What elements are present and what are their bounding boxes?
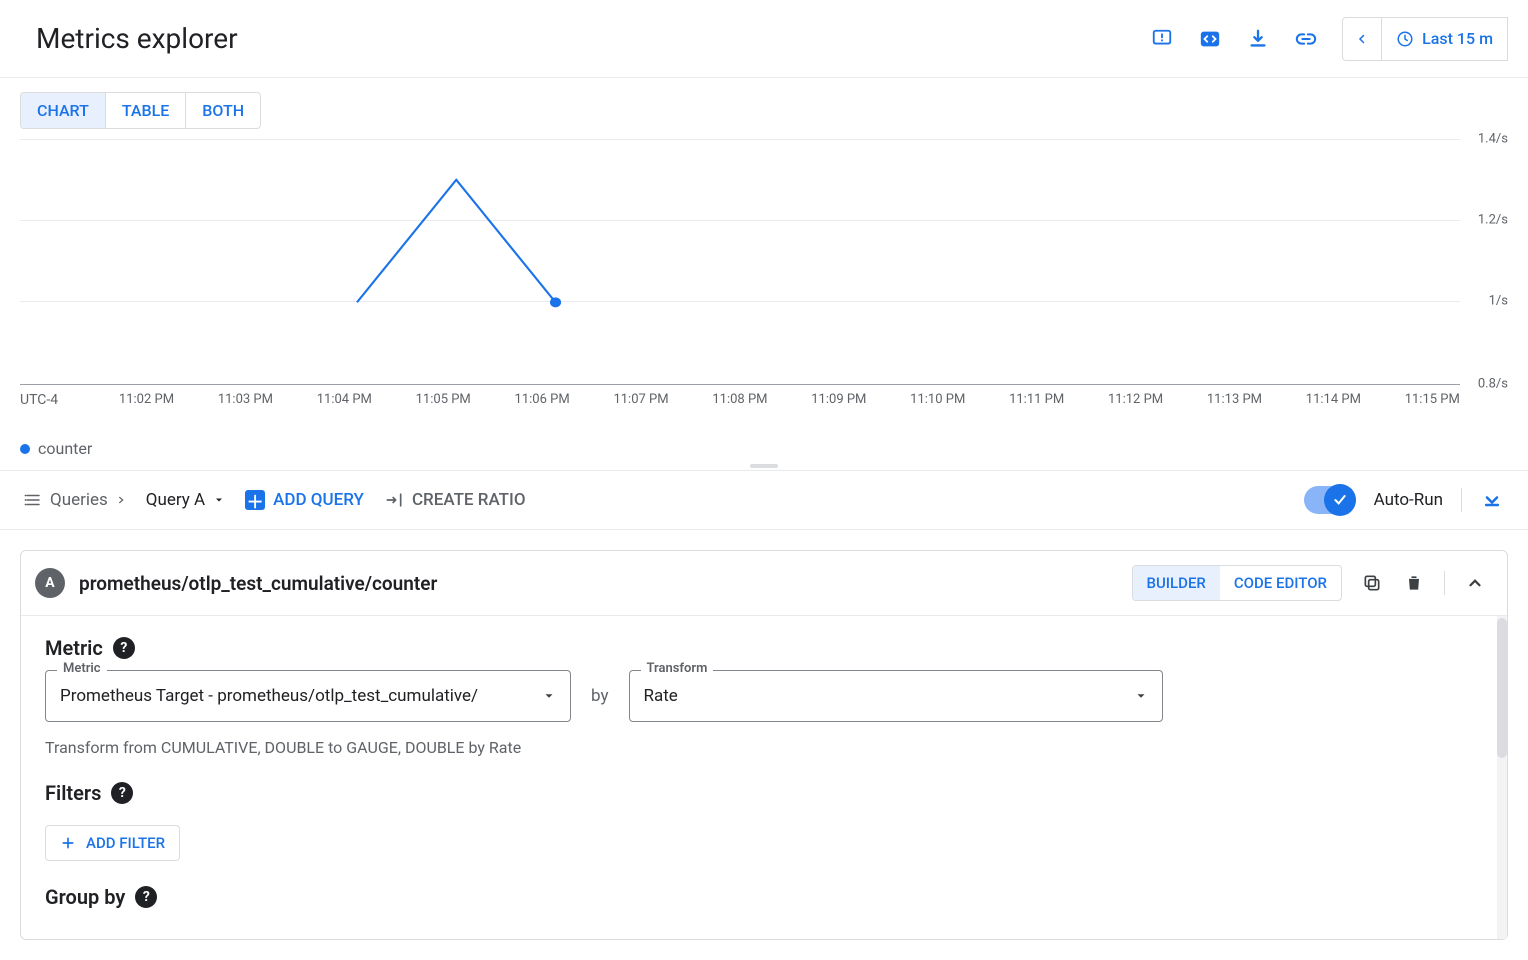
- x-tick: 11:06 PM: [515, 392, 570, 407]
- code-icon[interactable]: [1198, 27, 1222, 51]
- help-icon[interactable]: ?: [113, 637, 135, 659]
- link-icon[interactable]: [1294, 27, 1318, 51]
- transform-select[interactable]: Rate: [629, 670, 1163, 722]
- x-tick: 11:03 PM: [218, 392, 273, 407]
- transform-field-label: Transform: [641, 661, 714, 676]
- x-tick: 11:05 PM: [416, 392, 471, 407]
- scrollbar-thumb[interactable]: [1497, 618, 1507, 758]
- check-icon: [1324, 484, 1356, 516]
- x-tick: 11:11 PM: [1009, 392, 1064, 407]
- help-icon[interactable]: ?: [135, 886, 157, 908]
- y-tick: 1.2/s: [1478, 212, 1508, 227]
- timezone-label: UTC-4: [20, 392, 58, 408]
- copy-icon[interactable]: [1360, 571, 1384, 595]
- tab-chart[interactable]: CHART: [21, 93, 106, 128]
- page-title: Metrics explorer: [36, 22, 238, 55]
- legend-label: counter: [38, 439, 92, 458]
- time-prev-button[interactable]: [1342, 17, 1382, 61]
- x-tick: 11:13 PM: [1207, 392, 1262, 407]
- resize-handle[interactable]: [0, 458, 1528, 470]
- auto-run-label: Auto-Run: [1374, 490, 1443, 510]
- chevron-up-icon[interactable]: [1463, 571, 1487, 595]
- tab-both[interactable]: BOTH: [186, 93, 260, 128]
- time-range-label: Last 15 m: [1422, 29, 1493, 48]
- list-icon: [24, 491, 42, 509]
- groupby-section-title: Group by: [45, 885, 125, 909]
- metric-section-title: Metric: [45, 636, 103, 660]
- add-filter-button[interactable]: ADD FILTER: [45, 825, 180, 861]
- auto-run-toggle[interactable]: [1304, 486, 1356, 514]
- query-badge: A: [35, 568, 65, 598]
- feedback-icon[interactable]: [1150, 27, 1174, 51]
- metric-value: Prometheus Target - prometheus/otlp_test…: [60, 686, 478, 706]
- transform-value: Rate: [644, 686, 678, 706]
- x-tick: 11:10 PM: [910, 392, 965, 407]
- queries-label: Queries: [50, 490, 108, 510]
- clock-icon: [1396, 30, 1414, 48]
- x-tick: 11:14 PM: [1306, 392, 1361, 407]
- caret-down-icon: [1134, 689, 1148, 703]
- delete-icon[interactable]: [1402, 571, 1426, 595]
- caret-down-icon: [542, 689, 556, 703]
- x-tick: 11:09 PM: [811, 392, 866, 407]
- y-tick: 1/s: [1489, 293, 1508, 308]
- create-ratio-button[interactable]: CREATE RATIO: [384, 490, 526, 510]
- x-tick: 11:08 PM: [712, 392, 767, 407]
- tab-builder[interactable]: BUILDER: [1133, 566, 1220, 600]
- chart: 1.4/s 1.2/s 1/s 0.8/s UTC-4 00:00 PM 11:…: [20, 139, 1508, 458]
- chevron-right-icon: [116, 495, 126, 505]
- metric-select[interactable]: Prometheus Target - prometheus/otlp_test…: [45, 670, 571, 722]
- add-query-button[interactable]: ＋ ADD QUERY: [245, 490, 364, 510]
- time-range-picker[interactable]: Last 15 m: [1382, 17, 1508, 61]
- view-mode-segment: CHART TABLE BOTH: [20, 92, 261, 129]
- legend-swatch: [20, 444, 30, 454]
- filters-section-title: Filters: [45, 781, 101, 805]
- x-tick: 11:15 PM: [1405, 392, 1460, 407]
- tab-code-editor[interactable]: CODE EDITOR: [1220, 566, 1341, 600]
- caret-down-icon: [213, 494, 225, 506]
- x-tick: 11:04 PM: [317, 392, 372, 407]
- transform-note: Transform from CUMULATIVE, DOUBLE to GAU…: [45, 738, 1483, 757]
- current-query-dropdown[interactable]: Query A: [146, 490, 225, 510]
- x-tick: 11:02 PM: [119, 392, 174, 407]
- y-tick: 1.4/s: [1478, 132, 1508, 147]
- download-icon[interactable]: [1246, 27, 1270, 51]
- editor-mode-segment: BUILDER CODE EDITOR: [1132, 565, 1342, 601]
- plus-icon: [60, 835, 76, 851]
- collapse-icon[interactable]: [1480, 488, 1504, 512]
- tab-table[interactable]: TABLE: [106, 93, 186, 128]
- metric-field-label: Metric: [57, 661, 107, 676]
- ratio-icon: [384, 490, 404, 510]
- queries-breadcrumb[interactable]: Queries: [24, 490, 126, 510]
- by-label: by: [591, 686, 609, 706]
- x-tick: 11:12 PM: [1108, 392, 1163, 407]
- help-icon[interactable]: ?: [111, 782, 133, 804]
- plus-icon: ＋: [245, 490, 265, 510]
- chart-line: [20, 139, 1460, 384]
- x-tick: 11:07 PM: [613, 392, 668, 407]
- query-path: prometheus/otlp_test_cumulative/counter: [79, 572, 437, 595]
- y-tick: 0.8/s: [1478, 377, 1508, 392]
